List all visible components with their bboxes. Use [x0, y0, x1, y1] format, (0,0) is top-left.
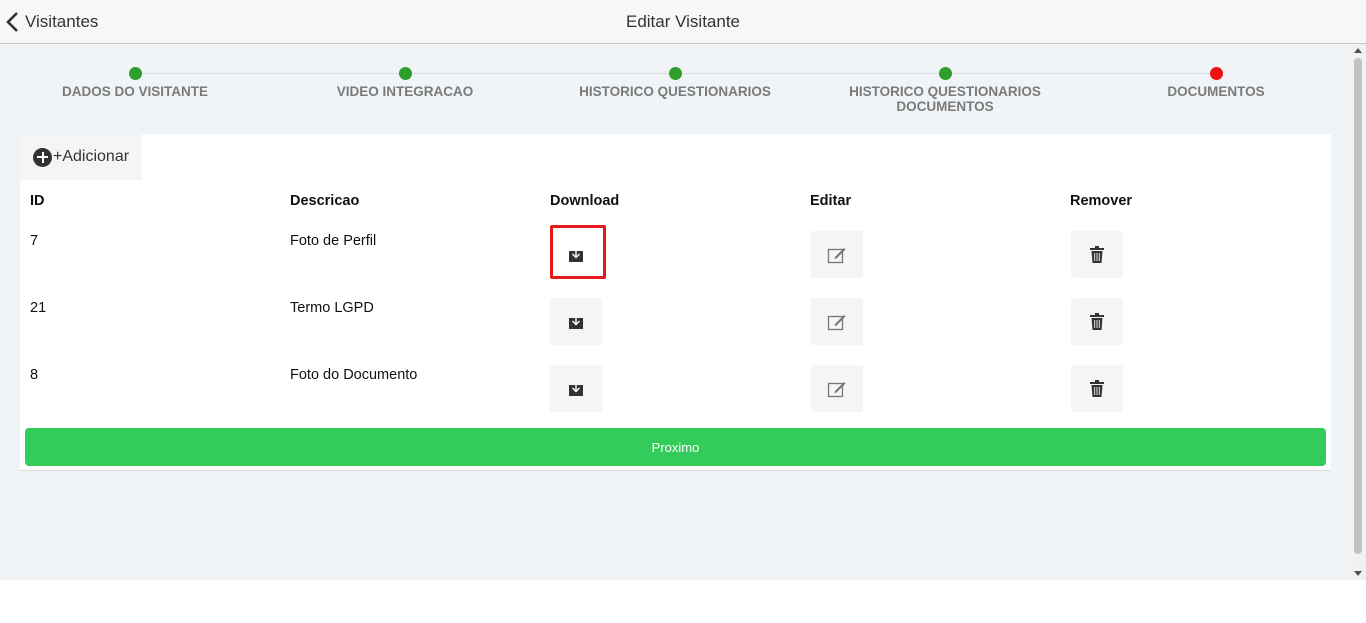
step-label: HISTORICO QUESTIONARIOS: [579, 84, 771, 99]
next-button[interactable]: Proximo: [25, 428, 1326, 466]
cell-id: 8: [30, 367, 39, 383]
column-header-remover: Remover: [1070, 193, 1133, 209]
trash-icon: [1090, 380, 1104, 397]
column-header-descricao: Descricao: [290, 193, 360, 209]
scroll-up-icon[interactable]: [1354, 48, 1362, 53]
step-label: DOCUMENTOS: [1167, 84, 1265, 99]
step-label: VIDEO INTEGRACAO: [336, 84, 474, 99]
download-icon: [569, 247, 583, 262]
scrollbar-thumb[interactable]: [1354, 58, 1362, 554]
trash-icon: [1090, 313, 1104, 330]
column-header-editar: Editar: [810, 193, 852, 209]
step-dados-do-visitante[interactable]: DADOS DO VISITANTE: [15, 67, 255, 99]
step-current-dot: [1209, 67, 1223, 80]
column-header-download: Download: [550, 193, 620, 209]
download-button[interactable]: [550, 231, 602, 278]
edit-icon: [827, 247, 846, 263]
trash-icon: [1090, 246, 1104, 263]
edit-icon: [827, 314, 846, 330]
remove-button[interactable]: [1071, 298, 1123, 345]
edit-button[interactable]: [811, 365, 863, 412]
step-label: DADOS DO VISITANTE: [61, 84, 208, 99]
download-icon: [569, 381, 583, 396]
top-bar: Visitantes Editar Visitante: [0, 0, 1366, 44]
edit-button[interactable]: [811, 231, 863, 278]
step-complete-dot: [938, 67, 952, 80]
add-button[interactable]: +Adicionar: [20, 134, 142, 180]
page-title: Editar Visitante: [625, 12, 741, 31]
remove-button[interactable]: [1071, 365, 1123, 412]
remove-button[interactable]: [1071, 231, 1123, 278]
step-historico-questionarios-documentos[interactable]: HISTORICO QUESTIONARIOS DOCUMENTOS: [835, 67, 1055, 114]
cell-descricao: Termo LGPD: [290, 300, 374, 316]
add-label: +Adicionar: [53, 148, 130, 165]
cell-id: 21: [30, 300, 47, 316]
stepper: DADOS DO VISITANTE VIDEO INTEGRACAO HIST…: [0, 44, 1350, 134]
cell-descricao: Foto de Perfil: [290, 233, 377, 249]
step-complete-dot: [668, 67, 682, 80]
step-label: HISTORICO QUESTIONARIOS DOCUMENTOS: [849, 84, 1041, 114]
step-complete-dot: [398, 67, 412, 80]
download-button[interactable]: [550, 298, 602, 345]
step-historico-questionarios[interactable]: HISTORICO QUESTIONARIOS: [555, 67, 795, 99]
scroll-down-icon[interactable]: [1354, 571, 1362, 576]
edit-icon: [827, 381, 846, 397]
step-video-integracao[interactable]: VIDEO INTEGRACAO: [285, 67, 525, 99]
cell-id: 7: [30, 233, 39, 249]
plus-circle-icon: [33, 147, 52, 167]
documents-card: +Adicionar ID Descricao Download Editar …: [20, 134, 1331, 471]
cell-descricao: Foto do Documento: [290, 367, 418, 383]
download-button[interactable]: [550, 365, 602, 412]
step-complete-dot: [128, 67, 142, 80]
download-icon: [569, 314, 583, 329]
app-root: Visitantes Editar Visitante DADOS DO VIS…: [0, 0, 1366, 580]
step-documentos[interactable]: DOCUMENTOS: [1096, 67, 1336, 99]
vertical-scrollbar[interactable]: [1350, 44, 1366, 580]
edit-button[interactable]: [811, 298, 863, 345]
column-header-id: ID: [30, 193, 45, 209]
